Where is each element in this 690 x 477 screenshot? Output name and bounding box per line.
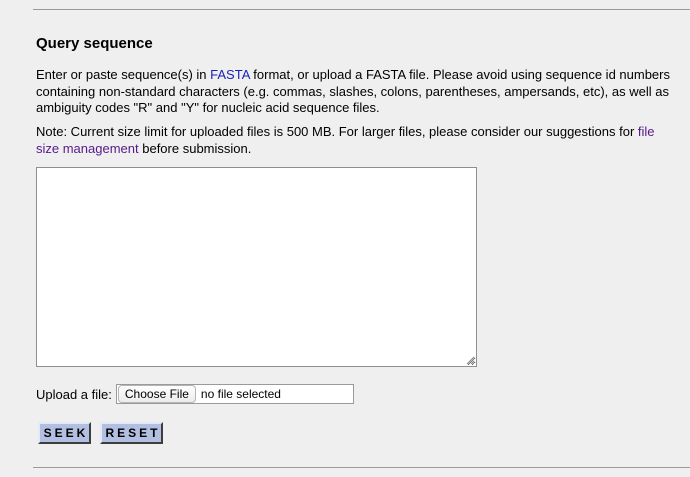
- upload-row: Upload a file: Choose File no file selec…: [36, 384, 354, 404]
- choose-file-button[interactable]: Choose File: [117, 385, 196, 403]
- intro-paragraph: Enter or paste sequence(s) in FASTA form…: [36, 67, 672, 117]
- section-title: Query sequence: [36, 35, 153, 52]
- size-limit-note: Note: Current size limit for uploaded fi…: [36, 124, 672, 157]
- seek-button[interactable]: SEEK: [38, 422, 91, 444]
- note-text-start: Note: Current size limit for uploaded fi…: [36, 124, 638, 139]
- reset-button[interactable]: RESET: [100, 422, 163, 444]
- upload-label: Upload a file:: [36, 386, 112, 402]
- sequence-textarea[interactable]: [36, 167, 477, 367]
- file-status-text: no file selected: [200, 387, 281, 401]
- note-text-end: before submission.: [138, 140, 252, 156]
- intro-text-start: Enter or paste sequence(s) in: [36, 67, 211, 82]
- bottom-divider: [33, 467, 690, 468]
- file-input[interactable]: Choose File no file selected: [115, 384, 354, 404]
- fasta-link[interactable]: FASTA: [210, 67, 250, 82]
- top-divider: [33, 9, 690, 10]
